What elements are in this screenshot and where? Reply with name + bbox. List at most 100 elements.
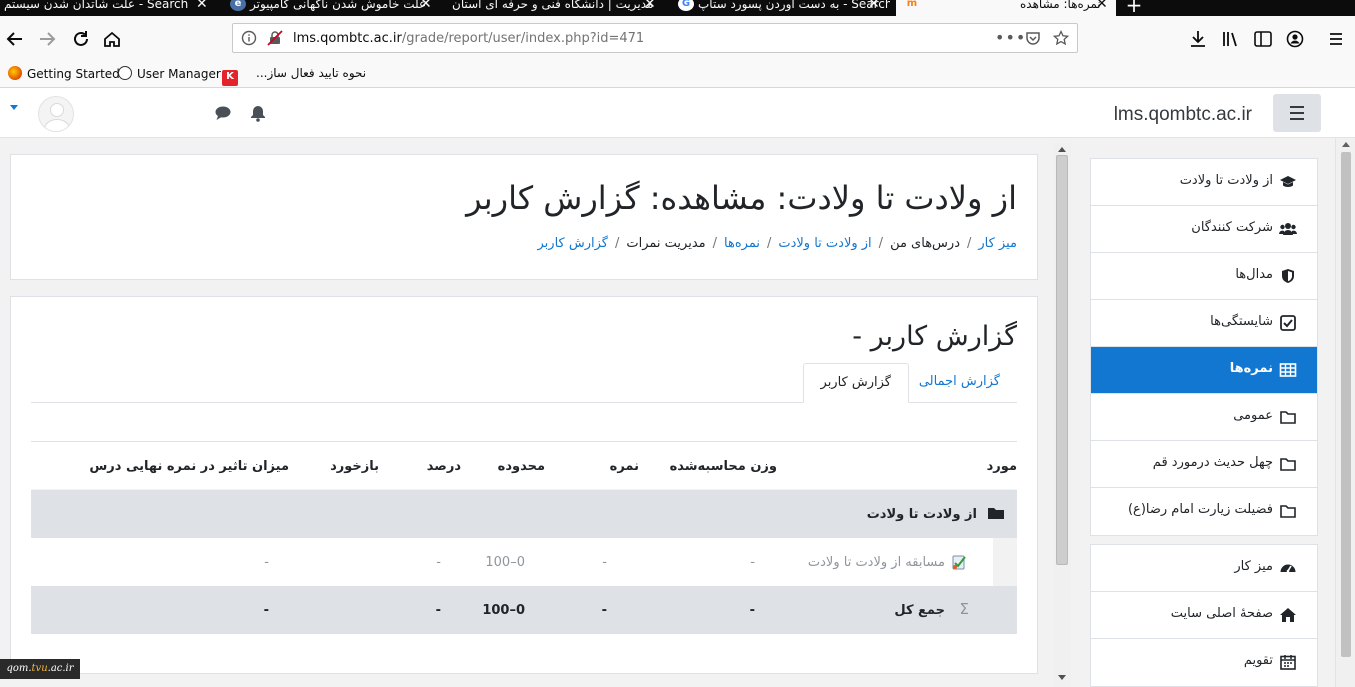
- browser-tab[interactable]: G به دست آوردن پسورد ستاپ - Search ✕: [672, 0, 890, 16]
- browser-tab[interactable]: e علت خاموش شدن ناگهانی کامپیوتر ✕: [224, 0, 442, 16]
- drawer-item-general[interactable]: عمومی: [1091, 394, 1317, 441]
- tab-title: علت شاتدان شدن سیستم - Search: [4, 0, 189, 11]
- downloads-button[interactable]: [1187, 28, 1209, 50]
- new-tab-button[interactable]: +: [1122, 0, 1146, 15]
- breadcrumb-grades[interactable]: نمره‌ها: [724, 236, 760, 251]
- sidebar-button[interactable]: [1252, 28, 1274, 50]
- menu-button[interactable]: [1325, 28, 1347, 50]
- download-icon: [1191, 31, 1205, 47]
- forward-arrow-icon: [40, 32, 56, 46]
- drawer-item-forty-hadith[interactable]: چهل حدیث درمورد قم: [1091, 441, 1317, 488]
- browser-tab[interactable]: علت شاتدان شدن سیستم - Search ✕: [0, 0, 218, 16]
- scrollbar-thumb[interactable]: [1056, 155, 1068, 565]
- cell-grade: -: [602, 555, 607, 570]
- column-header-contribution: میزان تاثیر در نمره نهایی درس: [89, 459, 289, 474]
- column-header-feedback: بازخورد: [330, 459, 379, 474]
- browser-tab-strip: علت شاتدان شدن سیستم - Search ✕ e علت خا…: [0, 0, 1355, 16]
- shield-icon: [1279, 267, 1297, 285]
- calendar-icon: [1279, 653, 1297, 671]
- drawer-item-course[interactable]: از ولادت تا ولادت: [1091, 159, 1317, 206]
- pocket-icon[interactable]: [1025, 30, 1041, 50]
- drawer-item-competencies[interactable]: شایستگی‌ها: [1091, 300, 1317, 347]
- tab-user-report[interactable]: گزارش کاربر: [802, 363, 909, 403]
- column-header-percent: درصد: [426, 459, 461, 474]
- tab-close-icon[interactable]: ✕: [420, 0, 432, 11]
- breadcrumb: میز کار/درس‌های من/از ولادت تا ولادت/نمر…: [537, 236, 1018, 251]
- reload-button[interactable]: [70, 28, 92, 50]
- nav-drawer: از ولادت تا ولادت شرکت کنندگان مدال‌ها ش…: [1090, 158, 1318, 687]
- url-text[interactable]: lms.qombtc.ac.ir/grade/report/user/index…: [293, 31, 644, 46]
- avatar[interactable]: [38, 96, 74, 132]
- bookmark-user-manager[interactable]: User Manager: [118, 66, 221, 81]
- back-button[interactable]: [4, 28, 26, 50]
- notifications-bell-icon[interactable]: [249, 104, 267, 122]
- sigma-icon: Σ: [959, 600, 969, 618]
- hamburger-menu-icon: [1330, 33, 1342, 45]
- info-icon[interactable]: [241, 30, 257, 50]
- scrollbar-thumb[interactable]: [1341, 152, 1351, 657]
- drawer-item-grades[interactable]: نمره‌ها: [1091, 347, 1317, 394]
- total-weight: -: [749, 603, 755, 618]
- messages-icon[interactable]: [214, 104, 232, 122]
- breadcrumb-dashboard[interactable]: میز کار: [978, 236, 1017, 251]
- tab-close-icon[interactable]: ✕: [868, 0, 880, 11]
- google-favicon-icon: G: [678, 0, 694, 11]
- cell-weight: -: [750, 555, 755, 570]
- bookmark-k[interactable]: K: [222, 66, 243, 86]
- column-header-range: محدوده: [497, 459, 545, 474]
- drawer-item-badges[interactable]: مدال‌ها: [1091, 253, 1317, 300]
- drawer-item-label: مدال‌ها: [1235, 267, 1273, 282]
- breadcrumb-user-report[interactable]: گزارش کاربر: [538, 236, 608, 251]
- tab-close-icon[interactable]: ✕: [196, 0, 208, 11]
- user-menu-caret-icon[interactable]: [10, 105, 18, 110]
- drawer-item-label: شایستگی‌ها: [1210, 314, 1273, 329]
- bookmark-getting-started[interactable]: Getting Started: [8, 66, 120, 81]
- page-scrollbar[interactable]: [1335, 138, 1355, 687]
- tab-close-icon[interactable]: ✕: [1096, 0, 1108, 11]
- scroll-up-arrow-icon[interactable]: [1342, 142, 1350, 147]
- drawer-item-site-home[interactable]: صفحهٔ اصلی سایت: [1091, 592, 1317, 639]
- url-path: /grade/report/user/index.php?id=471: [401, 31, 645, 46]
- folder-icon: [1279, 408, 1297, 426]
- drawer-toggle-button[interactable]: [1273, 94, 1321, 132]
- library-button[interactable]: [1220, 28, 1242, 50]
- total-contribution: -: [263, 603, 269, 618]
- cell-range: 0–100: [485, 555, 525, 570]
- bookmark-star-icon[interactable]: [1052, 29, 1070, 50]
- scroll-down-arrow-icon[interactable]: [1058, 675, 1066, 680]
- tab-title: نمره‌ها: مشاهده: [1020, 0, 1101, 11]
- content-scrollbar[interactable]: [1053, 143, 1071, 687]
- scroll-up-arrow-icon[interactable]: [1058, 147, 1066, 152]
- url-bar[interactable]: lms.qombtc.ac.ir/grade/report/user/index…: [232, 23, 1078, 53]
- insecure-lock-icon[interactable]: [267, 30, 283, 50]
- tab-title: علت خاموش شدن ناگهانی کامپیوتر: [250, 0, 427, 11]
- total-range: 0–100: [482, 603, 525, 618]
- bookmark-activation[interactable]: نحوه تایید فعال ساز...: [256, 66, 366, 80]
- drawer-item-imam-reza[interactable]: فضیلت زیارت امام رضا(ع): [1091, 488, 1317, 535]
- drawer-item-participants[interactable]: شرکت کنندگان: [1091, 206, 1317, 253]
- back-arrow-icon: [6, 32, 22, 46]
- breadcrumb-course[interactable]: از ولادت تا ولادت: [778, 236, 871, 251]
- grade-item-link[interactable]: مسابقه از ولادت تا ولادت: [808, 555, 945, 570]
- watermark-prefix: qom.: [6, 663, 32, 674]
- tab-close-icon[interactable]: ✕: [644, 0, 656, 11]
- account-button[interactable]: [1284, 28, 1306, 50]
- drawer-item-calendar[interactable]: تقویم: [1091, 639, 1317, 686]
- forward-button[interactable]: [36, 28, 58, 50]
- drawer-item-dashboard[interactable]: میز کار: [1091, 545, 1317, 592]
- tab-title: به دست آوردن پسورد ستاپ - Search: [698, 0, 890, 11]
- page-actions-icon[interactable]: •••: [995, 28, 1026, 47]
- category-row: از ولادت تا ولادت: [31, 490, 1017, 538]
- breadcrumb-my-courses: درس‌های من: [890, 236, 960, 251]
- users-icon: [1279, 220, 1297, 238]
- url-host: lms.qombtc.ac.ir: [293, 31, 402, 46]
- browser-tab[interactable]: مدیریت | دانشگاه فنی و حرفه ای استان ✕: [448, 0, 666, 16]
- home-button[interactable]: [101, 28, 123, 50]
- drawer-item-label: صفحهٔ اصلی سایت: [1170, 606, 1273, 621]
- check-square-icon: [1279, 314, 1297, 332]
- browser-tab-active[interactable]: m نمره‌ها: مشاهده ✕: [896, 0, 1116, 16]
- globe-icon: [118, 66, 132, 80]
- drawer-item-label: از ولادت تا ولادت: [1179, 173, 1273, 188]
- site-name[interactable]: lms.qombtc.ac.ir: [1114, 104, 1252, 126]
- tab-overview-report[interactable]: گزارش اجمالی: [902, 363, 1017, 403]
